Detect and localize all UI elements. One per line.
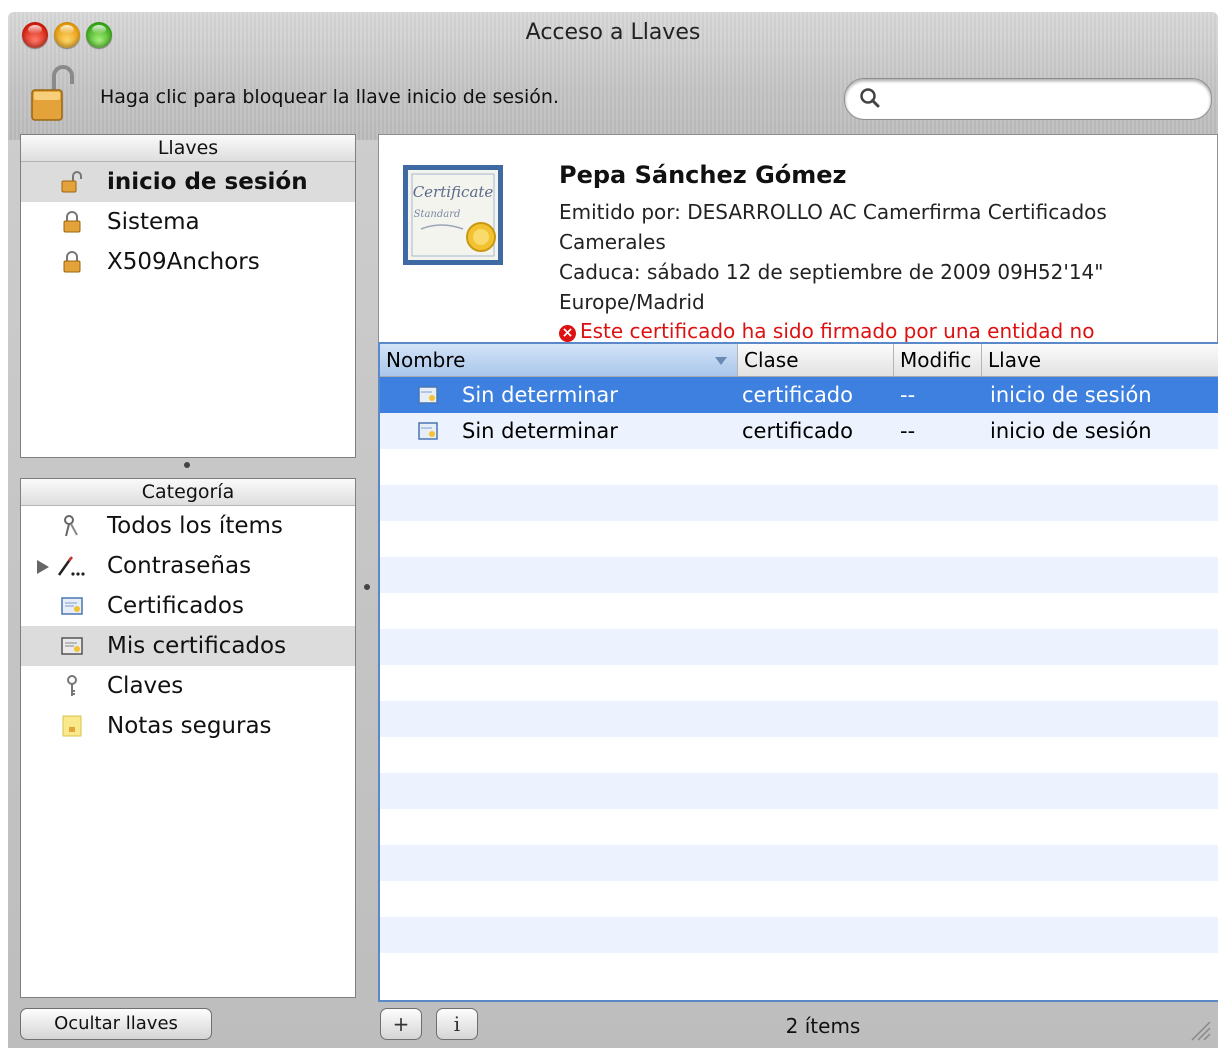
padlock-icon (63, 211, 81, 233)
info-button[interactable]: i (436, 1008, 478, 1040)
certificate-detail-panel: Certificate Standard Pepa Sánchez Gómez … (378, 134, 1218, 347)
cell-name: Sin determinar (462, 419, 618, 443)
cell-modified: -- (900, 419, 916, 443)
empty-row (380, 737, 1218, 773)
my-certificate-icon (61, 637, 83, 655)
toolbar: Acceso a Llaves Haga clic para bloquear … (8, 12, 1218, 140)
empty-row (380, 593, 1218, 629)
svg-text:Standard: Standard (414, 209, 461, 220)
error-x-icon: × (559, 325, 576, 342)
expiry-line-1: Caduca: sábado 12 de septiembre de 2009 … (559, 260, 1104, 284)
disclosure-triangle-icon[interactable] (37, 560, 49, 574)
certificate-icon: Certificate Standard (403, 165, 503, 265)
pen-icon (57, 556, 85, 576)
keychain-access-window: Acceso a Llaves Haga clic para bloquear … (8, 12, 1218, 1048)
window-title: Acceso a Llaves (525, 20, 701, 45)
items-table: Nombre Clase Modific Llave Sin determina… (378, 342, 1218, 1002)
category-item-my-certificates[interactable]: Mis certificados (21, 626, 355, 666)
column-header-kind[interactable]: Clase (738, 344, 894, 376)
issuer-line-1: Emitido por: DESARROLLO AC Camerfirma Ce… (559, 200, 1107, 224)
vertical-splitter-handle[interactable] (364, 584, 370, 590)
category-label: Mis certificados (107, 633, 287, 659)
certificate-name: Pepa Sánchez Gómez (559, 161, 847, 189)
svg-text:Certificate: Certificate (413, 183, 494, 201)
column-header-keychain[interactable]: Llave (982, 344, 1218, 376)
keychain-item-system[interactable]: Sistema (21, 202, 355, 242)
cell-modified: -- (900, 383, 916, 407)
empty-row (380, 881, 1218, 917)
category-item-keys[interactable]: Claves (21, 666, 355, 706)
padlock-icon (63, 251, 81, 273)
certificate-icon (61, 597, 83, 615)
certificate-icon (418, 422, 438, 440)
unlocked-padlock-icon[interactable] (30, 64, 76, 124)
horizontal-splitter-handle[interactable] (184, 462, 190, 468)
hide-keychains-button[interactable]: Ocultar llaves (20, 1008, 212, 1040)
keychain-item-x509anchors[interactable]: X509Anchors (21, 242, 355, 282)
search-field[interactable] (844, 78, 1212, 120)
search-icon (860, 88, 880, 108)
keychain-label: inicio de sesión (107, 169, 308, 195)
unlocked-padlock-icon (61, 171, 82, 193)
keychains-header: Llaves (21, 135, 355, 162)
empty-rows (380, 449, 1218, 989)
keychain-label: Sistema (107, 209, 200, 235)
empty-row (380, 809, 1218, 845)
empty-row (380, 629, 1218, 665)
warning-message: × Este certificado ha sido firmado por un… (559, 319, 1094, 343)
lock-status-text[interactable]: Haga clic para bloquear la llave inicio … (100, 86, 559, 108)
category-label: Certificados (107, 593, 244, 619)
category-item-all[interactable]: Todos los ítems (21, 506, 355, 546)
resize-grip-icon[interactable] (1188, 1018, 1212, 1042)
empty-row (380, 701, 1218, 737)
empty-row (380, 953, 1218, 989)
category-label: Todos los ítems (107, 513, 283, 539)
table-header: Nombre Clase Modific Llave (380, 344, 1218, 377)
empty-row (380, 485, 1218, 521)
empty-row (380, 557, 1218, 593)
keys-icon (64, 515, 78, 537)
column-header-name[interactable]: Nombre (380, 344, 738, 376)
table-row[interactable]: Sin determinar certificado -- inicio de … (380, 377, 1218, 413)
expiry-line-2: Europe/Madrid (559, 290, 705, 314)
secure-note-icon (62, 715, 82, 737)
category-label: Notas seguras (107, 713, 272, 739)
category-list: Categoría Todos los ítems Contraseñas Ce… (20, 478, 356, 998)
keychains-list: Llaves inicio de sesión Sistema X509Anch… (20, 134, 356, 458)
sort-descending-icon (715, 357, 727, 365)
column-header-modified[interactable]: Modific (894, 344, 982, 376)
keychain-label: X509Anchors (107, 249, 260, 275)
empty-row (380, 845, 1218, 881)
category-label: Claves (107, 673, 184, 699)
warning-text: Este certificado ha sido firmado por una… (580, 319, 1095, 343)
keychain-item-login[interactable]: inicio de sesión (21, 162, 355, 202)
empty-row (380, 917, 1218, 953)
issuer-line-2: Camerales (559, 230, 666, 254)
table-row[interactable]: Sin determinar certificado -- inicio de … (380, 413, 1218, 449)
certificate-icon (418, 386, 438, 404)
category-item-secure-notes[interactable]: Notas seguras (21, 706, 355, 746)
empty-row (380, 773, 1218, 809)
add-item-button[interactable]: + (380, 1008, 422, 1040)
category-item-passwords[interactable]: Contraseñas (21, 546, 355, 586)
cell-kind: certificado (742, 383, 853, 407)
cell-keychain: inicio de sesión (990, 419, 1152, 443)
cell-kind: certificado (742, 419, 853, 443)
category-label: Contraseñas (107, 553, 252, 579)
item-count: 2 ítems (785, 1014, 861, 1038)
cell-keychain: inicio de sesión (990, 383, 1152, 407)
category-header: Categoría (21, 479, 355, 506)
category-item-certificates[interactable]: Certificados (21, 586, 355, 626)
key-icon (67, 675, 77, 696)
cell-name: Sin determinar (462, 383, 618, 407)
empty-row (380, 665, 1218, 701)
empty-row (380, 449, 1218, 485)
empty-row (380, 521, 1218, 557)
